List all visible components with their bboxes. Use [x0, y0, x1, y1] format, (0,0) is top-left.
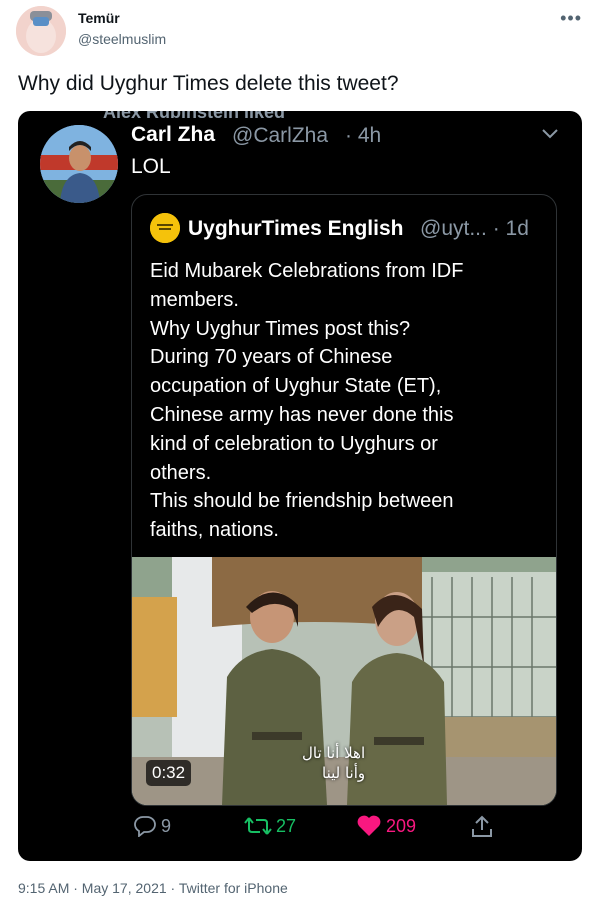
- author-handle[interactable]: @steelmuslim: [78, 31, 166, 47]
- quoted-user-handle: @uyt...: [420, 217, 487, 240]
- video-thumbnail[interactable]: 0:32 اهلا أنا تال وأنا لينا: [132, 557, 556, 805]
- author-name[interactable]: Temür: [78, 10, 120, 26]
- retweet-icon: [244, 817, 272, 835]
- avatar-photo: [40, 125, 118, 203]
- heart-icon: [357, 815, 381, 836]
- quoted-tweet[interactable]: UyghurTimes English @uyt... · 1d Eid Mub…: [131, 194, 557, 806]
- quoted-timestamp: · 1d: [492, 217, 529, 240]
- share-button[interactable]: [471, 815, 497, 839]
- like-button[interactable]: 209: [356, 815, 416, 837]
- retweet-button[interactable]: 27: [244, 815, 296, 837]
- carl-zha-avatar[interactable]: [40, 125, 118, 203]
- logo-mark: [150, 213, 180, 243]
- author-avatar[interactable]: [16, 6, 66, 56]
- embedded-timestamp[interactable]: · 4h: [345, 124, 381, 148]
- uyghurtimes-logo[interactable]: [150, 213, 180, 243]
- subtitle-line-2: وأنا لينا: [322, 764, 366, 782]
- more-options-icon[interactable]: •••: [560, 8, 582, 29]
- video-duration-badge: 0:32: [146, 760, 192, 786]
- embedded-screenshot: Alex Rubinstein liked Carl Zha @CarlZha …: [18, 111, 582, 861]
- reply-icon: [134, 816, 156, 837]
- reply-button[interactable]: 9: [133, 815, 171, 837]
- embedded-user-handle[interactable]: @CarlZha: [232, 124, 328, 148]
- liked-by-line: Alex Rubinstein liked: [103, 111, 286, 122]
- embedded-user-name[interactable]: Carl Zha: [131, 123, 215, 147]
- chevron-down-icon[interactable]: [542, 129, 558, 139]
- quoted-tweet-text: Eid Mubarek Celebrations from IDF member…: [150, 260, 464, 542]
- tweet-metadata[interactable]: 9:15 AM · May 17, 2021 · Twitter for iPh…: [18, 880, 288, 896]
- tweet-text: Why did Uyghur Times delete this tweet?: [18, 72, 399, 95]
- quoted-user-handle-time[interactable]: @uyt... · 1d: [420, 217, 529, 241]
- share-icon: [472, 815, 492, 837]
- avatar-image: [16, 6, 66, 56]
- retweet-count: 27: [276, 815, 297, 836]
- quoted-user-name[interactable]: UyghurTimes English: [188, 217, 404, 241]
- reply-count: 9: [161, 815, 172, 836]
- subtitle-line-1: اهلا أنا تال: [302, 744, 366, 762]
- like-count: 209: [386, 815, 417, 836]
- video-subtitle: اهلا أنا تال وأنا لينا: [302, 743, 365, 783]
- embedded-tweet-text: LOL: [131, 155, 171, 178]
- tweet-actions-bar: 9 27 209: [18, 811, 582, 847]
